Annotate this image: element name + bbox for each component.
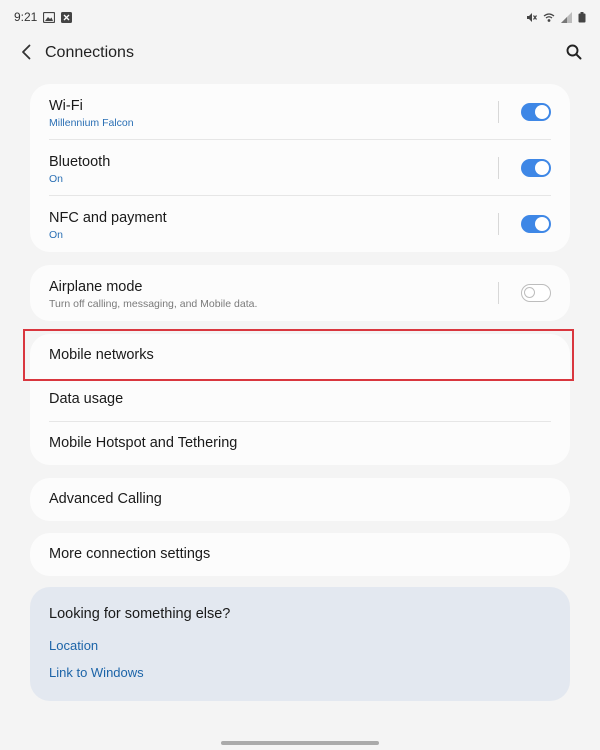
network-card: Mobile networks Data usage Mobile Hotspo… [30,334,570,465]
home-indicator[interactable] [221,741,379,745]
divider [498,213,499,235]
hotspot-tethering-label: Mobile Hotspot and Tethering [49,435,238,451]
toggle-knob [535,161,549,175]
advanced-calling-row[interactable]: Advanced Calling [49,478,551,521]
notification-icon [61,11,73,23]
nfc-toggle[interactable] [521,215,551,233]
search-button[interactable] [562,42,586,66]
toggle-knob [524,287,535,298]
bluetooth-label: Bluetooth [49,154,111,170]
mobile-networks-label: Mobile networks [49,347,154,363]
mobile-networks-row[interactable]: Mobile networks [49,334,551,378]
page-title: Connections [45,44,134,61]
more-connection-settings-row[interactable]: More connection settings [49,533,551,576]
nfc-status: On [49,229,64,241]
hotspot-tethering-row[interactable]: Mobile Hotspot and Tethering [49,422,551,466]
airplane-mode-toggle[interactable] [521,284,551,302]
airplane-card: Airplane mode Turn off calling, messagin… [30,265,570,321]
status-bar: 9:21 [0,0,600,34]
status-time: 9:21 [14,10,38,24]
data-usage-label: Data usage [49,391,124,407]
status-bar-left: 9:21 [14,10,73,24]
data-usage-row[interactable]: Data usage [49,378,551,422]
wifi-label: Wi-Fi [49,98,83,114]
chevron-left-icon [21,44,31,65]
divider [498,157,499,179]
suggestions-title: Looking for something else? [49,606,231,622]
wifi-row[interactable]: Wi-Fi Millennium Falcon [49,84,551,140]
airplane-mode-row[interactable]: Airplane mode Turn off calling, messagin… [49,265,551,321]
bluetooth-status: On [49,173,64,185]
advanced-calling-label: Advanced Calling [49,491,162,507]
wifi-status: Millennium Falcon [49,117,134,129]
connections-card: Wi-Fi Millennium Falcon Bluetooth On NFC… [30,84,570,252]
toggle-knob [535,217,549,231]
toggle-knob [535,105,549,119]
nfc-row[interactable]: NFC and payment On [49,196,551,252]
wifi-icon [543,12,555,23]
bluetooth-row[interactable]: Bluetooth On [49,140,551,196]
airplane-mode-description: Turn off calling, messaging, and Mobile … [49,298,258,310]
gallery-icon [43,11,56,23]
link-to-windows-link[interactable]: Link to Windows [49,665,144,680]
signal-icon [561,11,572,23]
airplane-mode-label: Airplane mode [49,279,143,295]
mute-icon [526,12,537,23]
nfc-label: NFC and payment [49,210,167,226]
wifi-toggle[interactable] [521,103,551,121]
app-bar: Connections [0,34,600,74]
status-bar-right [526,11,586,23]
divider [498,282,499,304]
advanced-calling-card: Advanced Calling [30,478,570,521]
back-button[interactable] [14,42,38,66]
more-connection-settings-label: More connection settings [49,546,211,562]
battery-icon [578,11,586,23]
bluetooth-toggle[interactable] [521,159,551,177]
more-settings-card: More connection settings [30,533,570,576]
divider [498,101,499,123]
location-link[interactable]: Location [49,638,98,653]
search-icon [566,44,582,65]
suggestions-card: Looking for something else? Location Lin… [30,587,570,701]
